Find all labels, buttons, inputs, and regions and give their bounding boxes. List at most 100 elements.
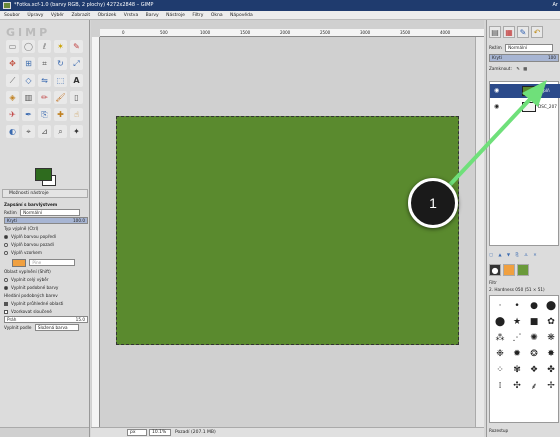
menu-filtry[interactable]: Filtry [192,13,203,18]
vertical-scrollbar[interactable] [475,37,484,427]
tool-options-tab[interactable]: Možnosti nástroje [2,189,88,198]
blend-icon[interactable]: ▥ [22,91,35,104]
color-picker-icon[interactable]: ⌖ [22,125,35,138]
brush-item[interactable]: ✢ [544,379,558,392]
brush-item[interactable]: ✹ [510,347,524,360]
ellipse-select-icon[interactable]: ◯ [22,40,35,53]
menu-napoveda[interactable]: Nápověda [230,13,253,18]
menu-soubor[interactable]: Soubor [4,13,20,18]
brush-item[interactable]: ⬤ [544,299,558,312]
scale-icon[interactable]: ⤢ [70,57,83,70]
patterns-tab-icon[interactable] [503,264,515,276]
fuzzy-select-icon[interactable]: ✶ [54,40,67,53]
opacity-slider[interactable]: Krytí 100.0 [4,217,88,224]
brush-item[interactable]: ❂ [527,347,541,360]
measure-icon[interactable]: ⊿ [38,125,51,138]
bucket-fill-icon[interactable]: ◈ [6,91,19,104]
image-canvas[interactable] [116,116,459,345]
brush-item[interactable]: ⋰ [510,331,524,344]
layer-opacity-slider[interactable]: Krytí 100 [489,54,559,62]
rotate-icon[interactable]: ↻ [54,57,67,70]
layer-mode-select[interactable]: Normální [505,44,554,52]
shear-icon[interactable]: ⟋ [6,74,19,87]
brush-item[interactable]: ⁘ [493,363,507,376]
horizontal-ruler[interactable]: 0 500 1000 1500 2000 2500 3000 3500 4000 [100,29,484,37]
menu-vyber[interactable]: Výběr [51,13,64,18]
move-icon[interactable]: ✥ [6,57,19,70]
brush-item[interactable]: ✤ [544,363,558,376]
brush-item[interactable]: ❖ [527,363,541,376]
visibility-eye-icon[interactable]: ◉ [494,84,500,98]
brush-item[interactable]: ❋ [544,331,558,344]
smudge-icon[interactable]: ☝ [70,108,83,121]
eraser-icon[interactable]: ▯ [70,91,83,104]
brush-item[interactable]: ★ [510,315,524,328]
vertical-ruler[interactable] [92,37,100,427]
lock-pixels-icon[interactable]: ✎ [516,66,520,71]
menu-upravy[interactable]: Úpravy [27,13,43,18]
fill-transparent-checkbox[interactable]: Vyplnit průhledné oblasti [4,300,88,308]
raise-layer-icon[interactable]: ▲ [498,252,501,257]
paths-tab-icon[interactable]: ✎ [517,26,529,38]
menu-barvy[interactable]: Barvy [146,13,159,18]
area-similar-radio[interactable]: Vyplnit podobné barvy [4,284,88,292]
duplicate-layer-icon[interactable]: ⎘ [515,252,518,257]
gradients-tab-icon[interactable] [517,264,529,276]
fill-by-select[interactable]: Složená barva [34,324,79,331]
text-tool-icon[interactable]: A [70,74,83,87]
layer-row[interactable]: ◉ Výplň [490,84,560,98]
zoom-icon[interactable]: ⌕ [54,125,67,138]
visibility-eye-icon[interactable]: ◉ [494,100,500,114]
units-select[interactable]: px [127,429,147,436]
ink-icon[interactable]: ✒ [22,108,35,121]
brush-item[interactable]: ⸙ [527,379,541,392]
brush-item[interactable]: · [493,299,507,312]
brush-item[interactable]: ✺ [527,331,541,344]
foreground-color-swatch[interactable] [35,168,52,181]
fill-bg-radio[interactable]: Výplň barvou pozadí [4,241,88,249]
mode-select[interactable]: Normální [20,209,81,216]
area-selection-radio[interactable]: Vyplnit celý výběr [4,276,88,284]
brush-item[interactable]: ⁂ [493,331,507,344]
lower-layer-icon[interactable]: ▼ [507,252,510,257]
brush-item[interactable]: ● [527,299,541,312]
channels-tab-icon[interactable]: ▦ [503,26,515,38]
new-layer-icon[interactable]: ▢ [489,252,493,257]
lock-alpha-icon[interactable]: ▩ [523,66,527,71]
anchor-layer-icon[interactable]: ⚓ [524,252,528,257]
brush-item[interactable]: ⁞ [493,379,507,392]
free-select-icon[interactable]: ℓ [38,40,51,53]
flip-icon[interactable]: ⇋ [38,74,51,87]
layer-row[interactable]: ◉ DSC_207 [490,100,560,114]
paintbrush-icon[interactable]: 🖌 [54,91,67,104]
brush-item[interactable]: • [510,299,524,312]
align-icon[interactable]: ⊞ [22,57,35,70]
crop-icon[interactable]: ⌗ [38,57,51,70]
brush-item[interactable]: ✸ [544,347,558,360]
dodge-icon[interactable]: ◐ [6,125,19,138]
fill-pattern-radio[interactable]: Výplň vzorkem [4,249,88,257]
brush-item[interactable]: ✿ [544,315,558,328]
perspective-icon[interactable]: ◇ [22,74,35,87]
brush-item[interactable]: ✣ [510,379,524,392]
fill-fg-radio[interactable]: Výplň barvou popředí [4,233,88,241]
airbrush-icon[interactable]: ✈ [6,108,19,121]
threshold-slider[interactable]: Práh 15.0 [4,316,88,323]
sample-merged-checkbox[interactable]: Vzorkovat sloučené [4,308,88,316]
menu-nastroje[interactable]: Nástroje [166,13,185,18]
pattern-name-field[interactable]: Pine [29,259,76,266]
rect-select-icon[interactable]: ▭ [6,40,19,53]
pencil-icon[interactable]: ✏ [38,91,51,104]
menu-obrazek[interactable]: Obrázek [98,13,117,18]
undo-tab-icon[interactable]: ↶ [531,26,543,38]
clone-icon[interactable]: ⎘ [38,108,51,121]
brush-item[interactable]: ■ [527,315,541,328]
brush-item[interactable]: ✾ [510,363,524,376]
foreground-select-icon[interactable]: ✦ [70,125,83,138]
menu-vrstva[interactable]: Vrstva [124,13,138,18]
pattern-swatch[interactable] [12,259,26,267]
menu-zobrazit[interactable]: Zobrazit [71,13,90,18]
heal-icon[interactable]: ✚ [54,108,67,121]
menu-okna[interactable]: Okna [211,13,223,18]
paths-icon[interactable]: ✎ [70,40,83,53]
